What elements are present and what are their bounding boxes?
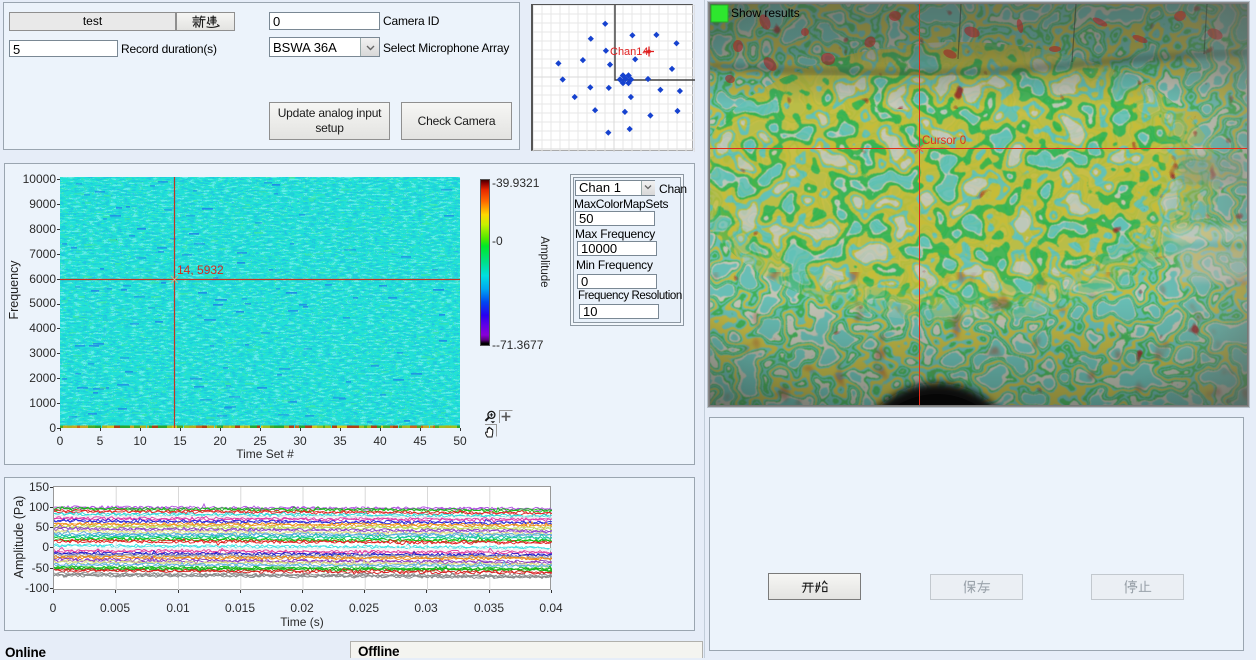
svg-text:Show results: Show results bbox=[731, 6, 800, 20]
svg-text:Chan14: Chan14 bbox=[610, 46, 649, 58]
svg-text:14, 5932: 14, 5932 bbox=[177, 263, 224, 277]
svg-text:Cursor 0: Cursor 0 bbox=[922, 135, 966, 147]
